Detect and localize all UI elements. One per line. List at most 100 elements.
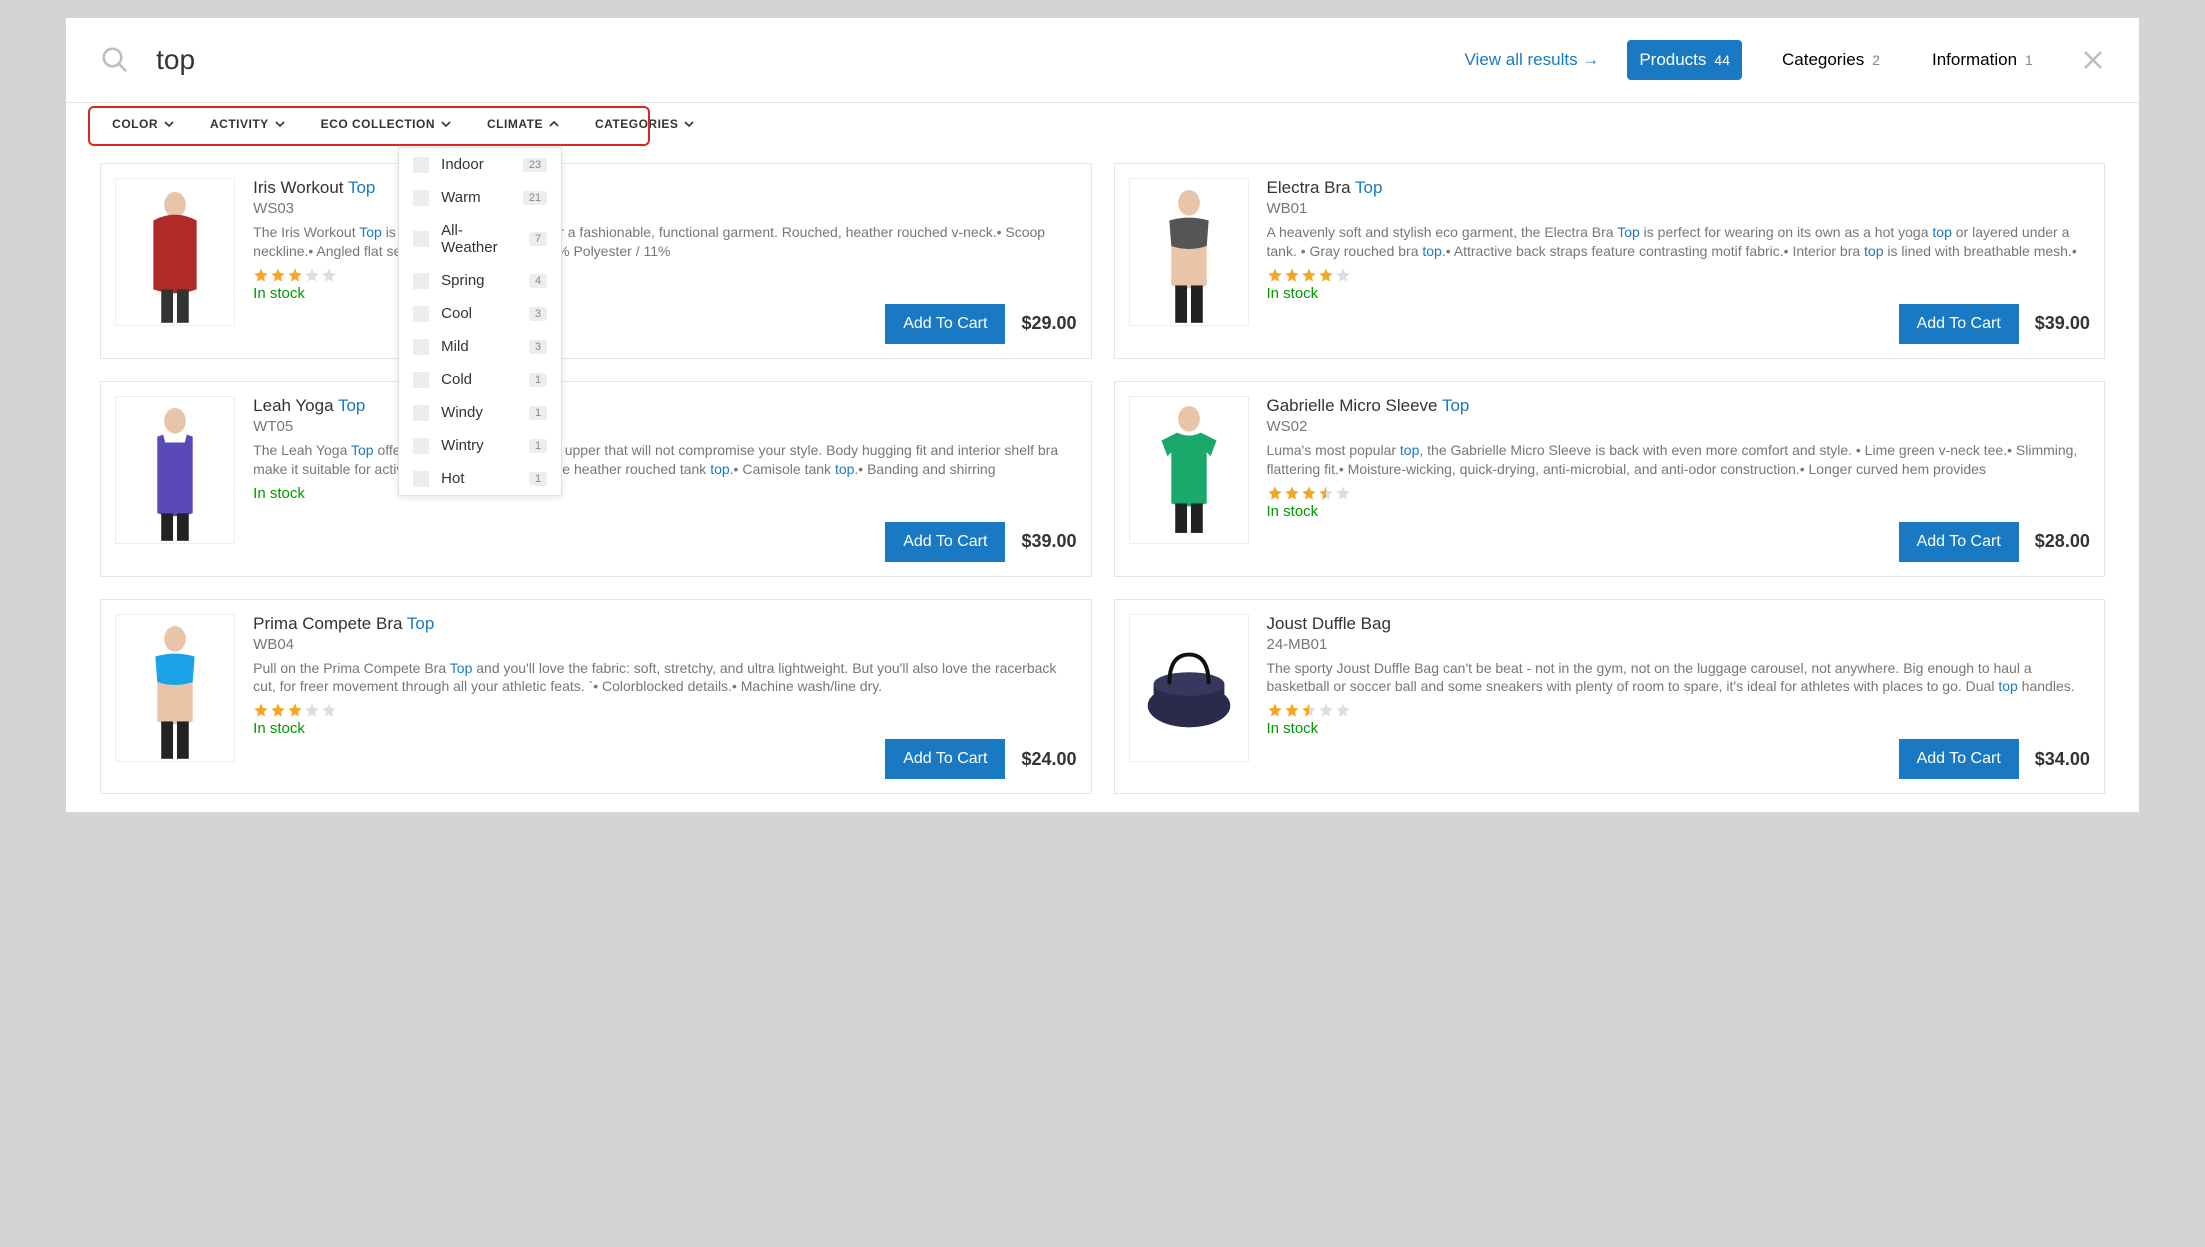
climate-option-indoor[interactable]: Indoor23 — [399, 148, 561, 181]
rating-stars — [1267, 267, 2090, 283]
checkbox[interactable] — [413, 306, 429, 322]
filter-climate[interactable]: CLIMATE — [469, 103, 577, 145]
option-count: 4 — [529, 274, 547, 288]
option-label: Cold — [441, 371, 517, 388]
climate-option-all-weather[interactable]: All-Weather7 — [399, 214, 561, 264]
product-description: Luma's most popular top, the Gabrielle M… — [1267, 441, 2090, 479]
search-input[interactable] — [156, 44, 1464, 76]
add-to-cart-button[interactable]: Add To Cart — [1899, 739, 2019, 779]
option-label: Mild — [441, 338, 517, 355]
star-full-icon — [253, 267, 269, 283]
checkbox[interactable] — [413, 405, 429, 421]
modal-header: View all results → Products 44 Categorie… — [66, 18, 2139, 103]
card-body: Prima Compete Bra TopWB04Pull on the Pri… — [253, 614, 1076, 780]
checkbox[interactable] — [413, 372, 429, 388]
star-empty-icon — [304, 702, 320, 718]
rating-stars — [1267, 485, 2090, 501]
product-price: $24.00 — [1021, 749, 1076, 770]
add-to-cart-button[interactable]: Add To Cart — [1899, 304, 2019, 344]
rating-stars — [1267, 702, 2090, 718]
climate-option-hot[interactable]: Hot1 — [399, 462, 561, 495]
product-title[interactable]: Electra Bra Top — [1267, 178, 2090, 198]
star-full-icon — [1318, 267, 1334, 283]
checkbox[interactable] — [413, 190, 429, 206]
tab-label: Information — [1932, 50, 2017, 70]
star-full-icon — [287, 702, 303, 718]
option-label: Cool — [441, 305, 517, 322]
chevron-down-icon — [684, 119, 694, 129]
tab-count: 1 — [2025, 52, 2033, 68]
view-all-link[interactable]: View all results → — [1465, 50, 1600, 70]
tab-count: 2 — [1872, 52, 1880, 68]
product-card: Electra Bra TopWB01A heavenly soft and s… — [1114, 163, 2105, 359]
filter-color[interactable]: COLOR — [94, 103, 192, 145]
highlight: top — [710, 461, 729, 477]
highlight: Top — [1355, 178, 1382, 197]
product-description: The Iris Workout Top is sleek, moisture … — [253, 223, 1076, 261]
star-empty-icon — [1318, 702, 1334, 718]
product-title[interactable]: Gabrielle Micro Sleeve Top — [1267, 396, 2090, 416]
chevron-down-icon — [275, 119, 285, 129]
product-title[interactable]: Iris Workout Top — [253, 178, 1076, 198]
product-title[interactable]: Joust Duffle Bag — [1267, 614, 2090, 634]
stock-status: In stock — [253, 720, 1076, 737]
stock-status: In stock — [1267, 503, 2090, 520]
tab-categories[interactable]: Categories 2 — [1770, 40, 1892, 80]
climate-option-wintry[interactable]: Wintry1 — [399, 429, 561, 462]
add-to-cart-button[interactable]: Add To Cart — [885, 522, 1005, 562]
option-count: 1 — [529, 439, 547, 453]
card-body: Joust Duffle Bag24-MB01The sporty Joust … — [1267, 614, 2090, 780]
star-half-icon — [1301, 702, 1317, 718]
close-icon[interactable] — [2081, 48, 2105, 72]
checkbox[interactable] — [413, 157, 429, 173]
product-thumbnail[interactable] — [1129, 614, 1249, 762]
checkbox[interactable] — [413, 471, 429, 487]
product-thumbnail[interactable] — [115, 614, 235, 762]
add-to-cart-button[interactable]: Add To Cart — [885, 304, 1005, 344]
option-label: Windy — [441, 404, 517, 421]
checkbox[interactable] — [413, 339, 429, 355]
product-card: Gabrielle Micro Sleeve TopWS02Luma's mos… — [1114, 381, 2105, 577]
star-empty-icon — [1335, 267, 1351, 283]
climate-option-cool[interactable]: Cool3 — [399, 297, 561, 330]
checkbox[interactable] — [413, 273, 429, 289]
star-full-icon — [1284, 702, 1300, 718]
product-title[interactable]: Prima Compete Bra Top — [253, 614, 1076, 634]
filter-categories[interactable]: CATEGORIES — [577, 103, 712, 145]
filter-activity[interactable]: ACTIVITY — [192, 103, 303, 145]
star-full-icon — [1284, 267, 1300, 283]
highlight: top — [1422, 243, 1441, 259]
add-to-cart-button[interactable]: Add To Cart — [1899, 522, 2019, 562]
tab-information[interactable]: Information 1 — [1920, 40, 2045, 80]
product-title[interactable]: Leah Yoga Top — [253, 396, 1076, 416]
product-thumbnail[interactable] — [1129, 396, 1249, 544]
product-thumbnail[interactable] — [115, 396, 235, 544]
product-sku: WT05 — [253, 418, 1076, 435]
tab-count: 44 — [1714, 52, 1730, 68]
add-to-cart-button[interactable]: Add To Cart — [885, 739, 1005, 779]
climate-option-mild[interactable]: Mild3 — [399, 330, 561, 363]
star-full-icon — [270, 267, 286, 283]
card-footer: Add To Cart$39.00 — [253, 522, 1076, 562]
product-sku: WB04 — [253, 636, 1076, 653]
filter-eco-collection[interactable]: ECO COLLECTION — [303, 103, 469, 145]
highlight: top — [1932, 224, 1951, 240]
climate-option-warm[interactable]: Warm21 — [399, 181, 561, 214]
star-full-icon — [1284, 485, 1300, 501]
climate-option-cold[interactable]: Cold1 — [399, 363, 561, 396]
product-thumbnail[interactable] — [1129, 178, 1249, 326]
search-icon — [100, 45, 130, 75]
product-card: Leah Yoga TopWT05The Leah Yoga Top offer… — [100, 381, 1091, 577]
product-thumbnail[interactable] — [115, 178, 235, 326]
tab-products[interactable]: Products 44 — [1627, 40, 1742, 80]
option-count: 1 — [529, 472, 547, 486]
stock-status: In stock — [1267, 720, 2090, 737]
star-empty-icon — [1335, 702, 1351, 718]
checkbox[interactable] — [413, 438, 429, 454]
checkbox[interactable] — [413, 231, 429, 247]
tab-label: Products — [1639, 50, 1706, 70]
star-empty-icon — [304, 267, 320, 283]
climate-option-spring[interactable]: Spring4 — [399, 264, 561, 297]
highlight: Top — [1442, 396, 1469, 415]
climate-option-windy[interactable]: Windy1 — [399, 396, 561, 429]
